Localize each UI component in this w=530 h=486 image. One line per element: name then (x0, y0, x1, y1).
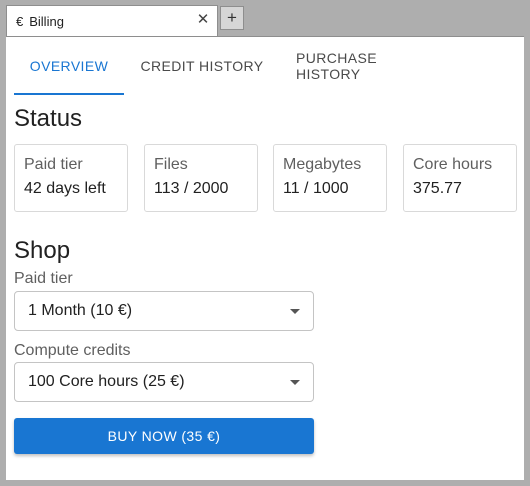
card-title: Paid tier (24, 156, 83, 173)
tab-purchase-history[interactable]: PURCHASE HISTORY (280, 37, 460, 95)
status-card-core-hours: Core hours 375.77 (403, 144, 517, 212)
new-tab-button[interactable]: + (220, 6, 244, 30)
status-card-megabytes: Megabytes 11 / 1000 (273, 144, 387, 212)
paid-tier-value: 1 Month (10 €) (28, 302, 133, 319)
tab-title: Billing (29, 13, 64, 29)
status-heading: Status (14, 105, 83, 132)
card-value: 11 / 1000 (283, 180, 349, 197)
chevron-down-icon (290, 380, 300, 385)
chevron-down-icon (290, 309, 300, 314)
card-value: 375.77 (413, 180, 462, 197)
card-title: Megabytes (283, 156, 362, 173)
billing-panel: OVERVIEW CREDIT HISTORY PURCHASE HISTORY… (6, 36, 524, 480)
card-value: 42 days left (24, 180, 106, 197)
section-tabs: OVERVIEW CREDIT HISTORY PURCHASE HISTORY (14, 37, 460, 95)
paid-tier-label: Paid tier (14, 270, 73, 287)
buy-now-button[interactable]: BUY NOW (35 €) (14, 418, 314, 454)
card-value: 113 / 2000 (154, 180, 229, 197)
tab-overview[interactable]: OVERVIEW (14, 37, 124, 95)
window-tabstrip: € Billing ✕ + (0, 0, 530, 36)
close-icon[interactable]: ✕ (195, 12, 211, 28)
compute-credits-label: Compute credits (14, 342, 131, 359)
billing-tab[interactable]: € Billing ✕ (6, 5, 218, 36)
status-card-paid-tier: Paid tier 42 days left (14, 144, 128, 212)
status-card-files: Files 113 / 2000 (144, 144, 258, 212)
paid-tier-select[interactable]: 1 Month (10 €) (14, 291, 314, 331)
compute-credits-select[interactable]: 100 Core hours (25 €) (14, 362, 314, 402)
shop-heading: Shop (14, 237, 71, 264)
card-title: Core hours (413, 156, 493, 173)
compute-credits-value: 100 Core hours (25 €) (28, 373, 185, 390)
euro-icon: € (16, 13, 24, 29)
tab-credit-history[interactable]: CREDIT HISTORY (124, 37, 280, 95)
card-title: Files (154, 156, 188, 173)
